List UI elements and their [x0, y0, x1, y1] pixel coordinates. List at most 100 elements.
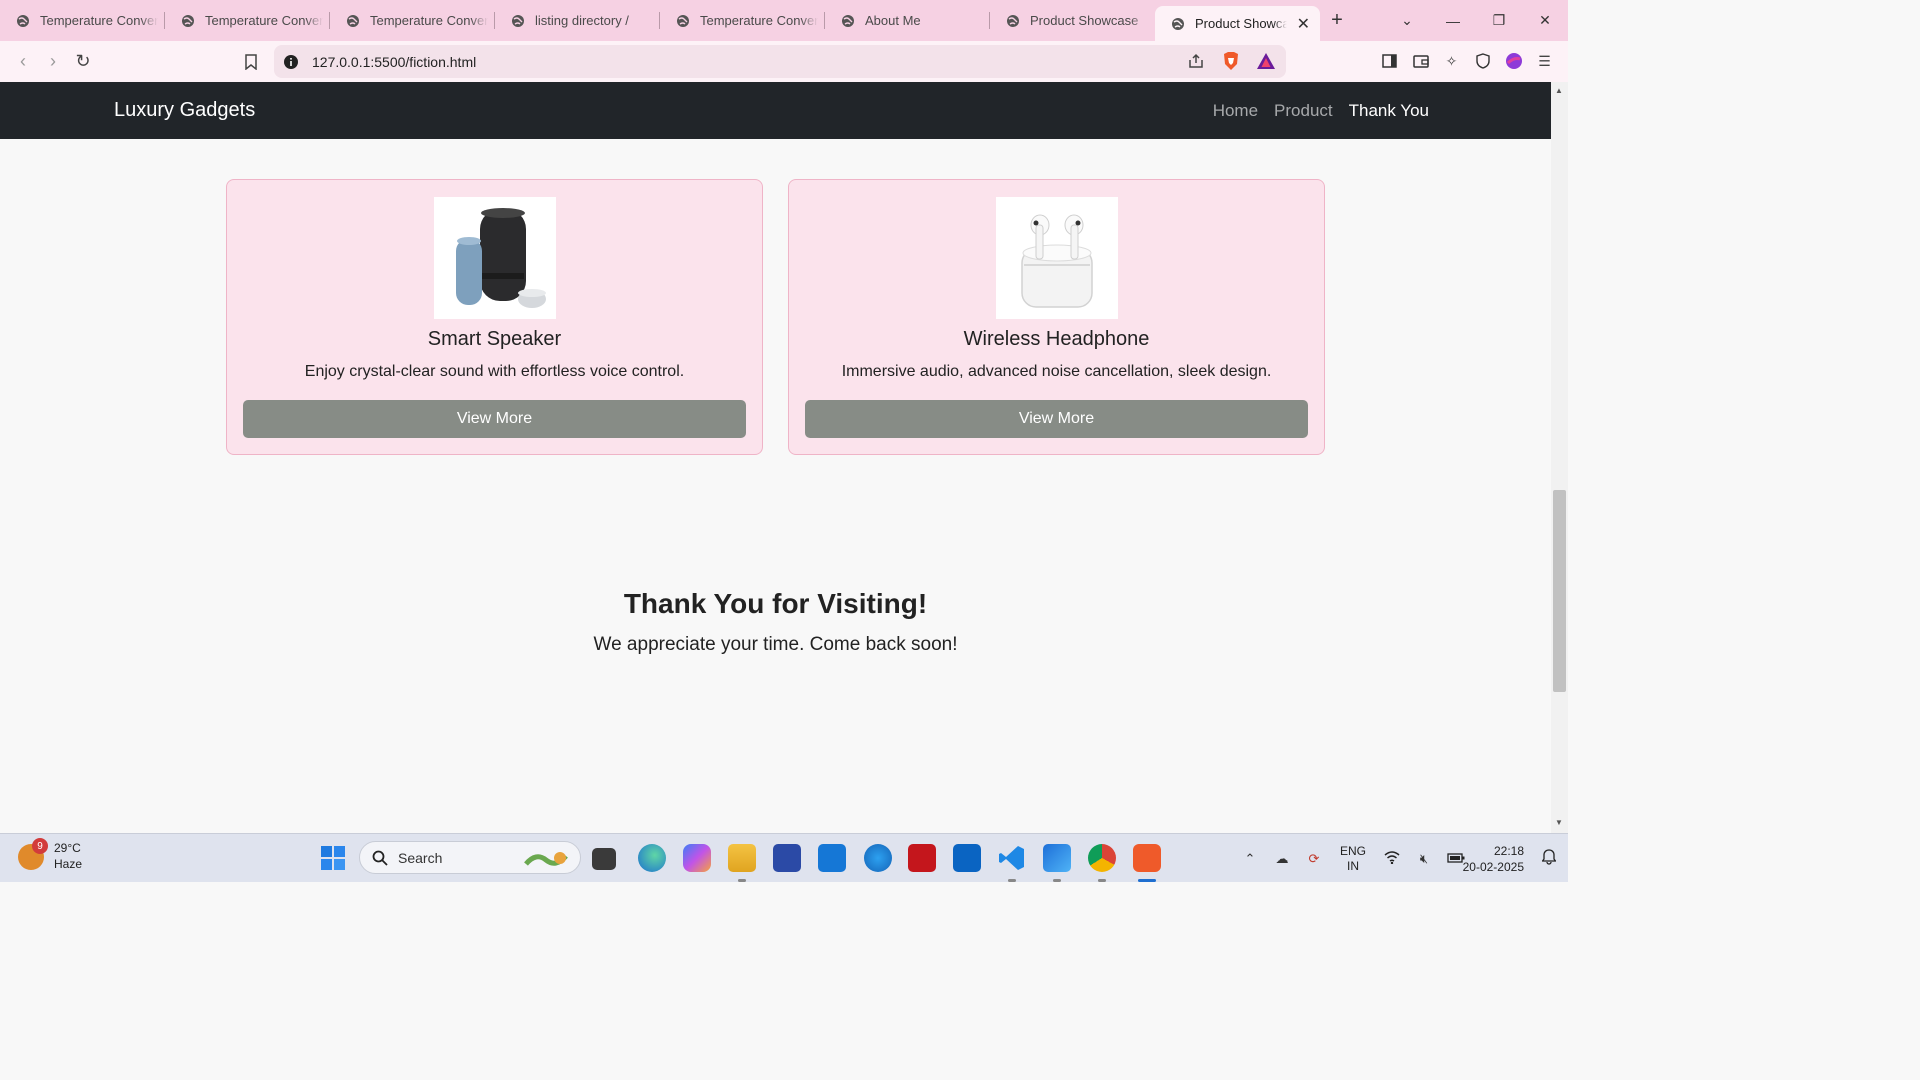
windows-start-icon[interactable]: [319, 844, 347, 872]
chrome-icon[interactable]: [1088, 844, 1116, 872]
running-indicator: [1098, 879, 1106, 882]
notification-badge: 9: [32, 838, 48, 854]
nav-link-product[interactable]: Product: [1274, 101, 1333, 121]
vpn-shield-icon[interactable]: [1467, 49, 1498, 73]
bookmark-icon[interactable]: [236, 47, 266, 77]
running-indicator: [1053, 879, 1061, 882]
brand-logo[interactable]: Luxury Gadgets: [114, 99, 255, 122]
browser-tab[interactable]: Temperature Converte: [0, 0, 165, 41]
globe-icon: [1007, 14, 1019, 27]
menu-icon[interactable]: ☰: [1529, 49, 1560, 73]
brave-browser-icon[interactable]: [1133, 844, 1161, 872]
clock-date: 20-02-2025: [1462, 860, 1524, 874]
wifi-icon[interactable]: [1376, 850, 1408, 867]
globe-icon: [677, 14, 689, 27]
url-text: 127.0.0.1:5500/fiction.html: [312, 53, 477, 70]
globe-icon: [842, 14, 854, 27]
myhp-icon[interactable]: [818, 844, 846, 872]
forward-icon[interactable]: ›: [38, 47, 68, 77]
weather-haze-icon: 9: [18, 838, 48, 870]
tab-title: Temperature Converte: [40, 13, 158, 28]
brave-shield-icon[interactable]: [1222, 51, 1240, 76]
scroll-down-arrow-icon[interactable]: ▼: [1555, 818, 1563, 827]
leo-ai-icon[interactable]: ✧: [1436, 49, 1467, 73]
tab-title: Product Showcase: [1195, 16, 1287, 31]
windows-taskbar: 9 29°C Haze Search ⌃ ☁ ⟳ ENG IN 🔇︎ 22:18…: [0, 833, 1568, 882]
browser-tab[interactable]: Product Showcase: [990, 0, 1155, 41]
product-card: Smart Speaker Enjoy crystal-clear sound …: [226, 179, 763, 455]
globe-icon: [17, 14, 29, 27]
browser-tab[interactable]: Temperature Converte: [660, 0, 825, 41]
browser-tab[interactable]: Temperature Converte: [165, 0, 330, 41]
nav-link-thank-you[interactable]: Thank You: [1349, 101, 1429, 121]
tab-title: listing directory /: [535, 13, 629, 28]
task-view-icon[interactable]: [592, 848, 616, 870]
back-icon[interactable]: ‹: [8, 47, 38, 77]
page-scrollbar[interactable]: ▲ ▼: [1551, 82, 1568, 833]
globe-icon: [347, 14, 359, 27]
system-clock[interactable]: 22:18 20-02-2025: [1463, 843, 1524, 875]
product-card: Wireless Headphone Immersive audio, adva…: [788, 179, 1325, 455]
browser-toolbar: ‹ › ↻ 127.0.0.1:5500/fiction.html ✧ ☰: [0, 41, 1568, 82]
site-info-icon[interactable]: [284, 54, 298, 69]
page-viewport: Luxury Gadgets Home Product Thank You Sm…: [0, 82, 1551, 833]
browser-tab[interactable]: listing directory /: [495, 0, 660, 41]
nav-links: Home Product Thank You: [1213, 101, 1429, 121]
mcafee-icon[interactable]: [908, 844, 936, 872]
system-tray: ⌃ ☁ ⟳ ENG IN 🔇︎: [1234, 834, 1472, 883]
snipping-tool-icon[interactable]: [1043, 844, 1071, 872]
address-bar[interactable]: 127.0.0.1:5500/fiction.html: [274, 45, 1286, 78]
tab-title: Temperature Converte: [700, 13, 818, 28]
outlook-icon[interactable]: [953, 844, 981, 872]
browser-tab-active[interactable]: Product Showcase ✕: [1155, 6, 1320, 41]
sync-icon[interactable]: ⟳: [1298, 851, 1330, 867]
volume-muted-icon[interactable]: 🔇︎: [1408, 851, 1440, 867]
close-window-icon[interactable]: ✕: [1522, 0, 1568, 41]
nav-link-home[interactable]: Home: [1213, 101, 1258, 121]
edge-browser-icon[interactable]: [638, 844, 666, 872]
share-icon[interactable]: [1188, 53, 1206, 74]
taskbar-search-box[interactable]: Search: [359, 841, 581, 874]
onedrive-icon[interactable]: ☁: [1266, 851, 1298, 867]
browser-tab[interactable]: About Me: [825, 0, 990, 41]
language-code: ENG: [1340, 843, 1367, 858]
wallet-icon[interactable]: [1405, 49, 1436, 73]
region-code: IN: [1347, 858, 1359, 873]
chevron-up-icon[interactable]: ⌃: [1234, 851, 1266, 867]
browser-tab[interactable]: Temperature Converte: [330, 0, 495, 41]
brave-rewards-icon[interactable]: [1256, 52, 1276, 75]
restore-icon[interactable]: ❐: [1476, 0, 1522, 41]
toolbar-right: ✧ ☰: [1374, 49, 1560, 73]
file-explorer-icon[interactable]: [728, 844, 756, 872]
site-navbar: Luxury Gadgets Home Product Thank You: [0, 82, 1551, 139]
tab-search-chevron-icon[interactable]: ⌄: [1384, 0, 1430, 41]
thank-you-message: We appreciate your time. Come back soon!: [593, 634, 958, 655]
running-indicator: [1008, 879, 1016, 882]
scrollbar-thumb[interactable]: [1553, 490, 1566, 692]
copilot-icon[interactable]: [683, 844, 711, 872]
language-indicator[interactable]: ENG IN: [1340, 844, 1366, 874]
reload-icon[interactable]: ↻: [68, 47, 98, 77]
weather-description: Haze: [54, 857, 83, 871]
new-tab-button[interactable]: +: [1320, 0, 1354, 41]
globe-icon: [1172, 17, 1184, 30]
tab-title: About Me: [865, 13, 921, 28]
notification-bell-icon[interactable]: [1541, 849, 1557, 868]
active-app-indicator: [1138, 879, 1156, 882]
view-more-button[interactable]: View More: [805, 400, 1308, 438]
weather-widget[interactable]: 9 29°C Haze: [18, 838, 83, 872]
microsoft-store-icon[interactable]: [773, 844, 801, 872]
sidebar-toggle-icon[interactable]: [1374, 49, 1405, 73]
profile-avatar-icon[interactable]: [1498, 49, 1529, 73]
close-tab-icon[interactable]: ✕: [1297, 14, 1310, 34]
vscode-icon[interactable]: [998, 844, 1026, 872]
running-indicator: [738, 879, 746, 882]
view-more-button[interactable]: View More: [243, 400, 746, 438]
scroll-up-arrow-icon[interactable]: ▲: [1555, 86, 1563, 95]
thank-you-heading: Thank You for Visiting!: [623, 588, 928, 619]
tab-title: Temperature Converte: [205, 13, 323, 28]
weather-temperature: 29°C: [54, 841, 81, 855]
get-help-icon[interactable]: [864, 844, 892, 872]
minimize-icon[interactable]: —: [1430, 0, 1476, 41]
tab-title: Temperature Converte: [370, 13, 488, 28]
